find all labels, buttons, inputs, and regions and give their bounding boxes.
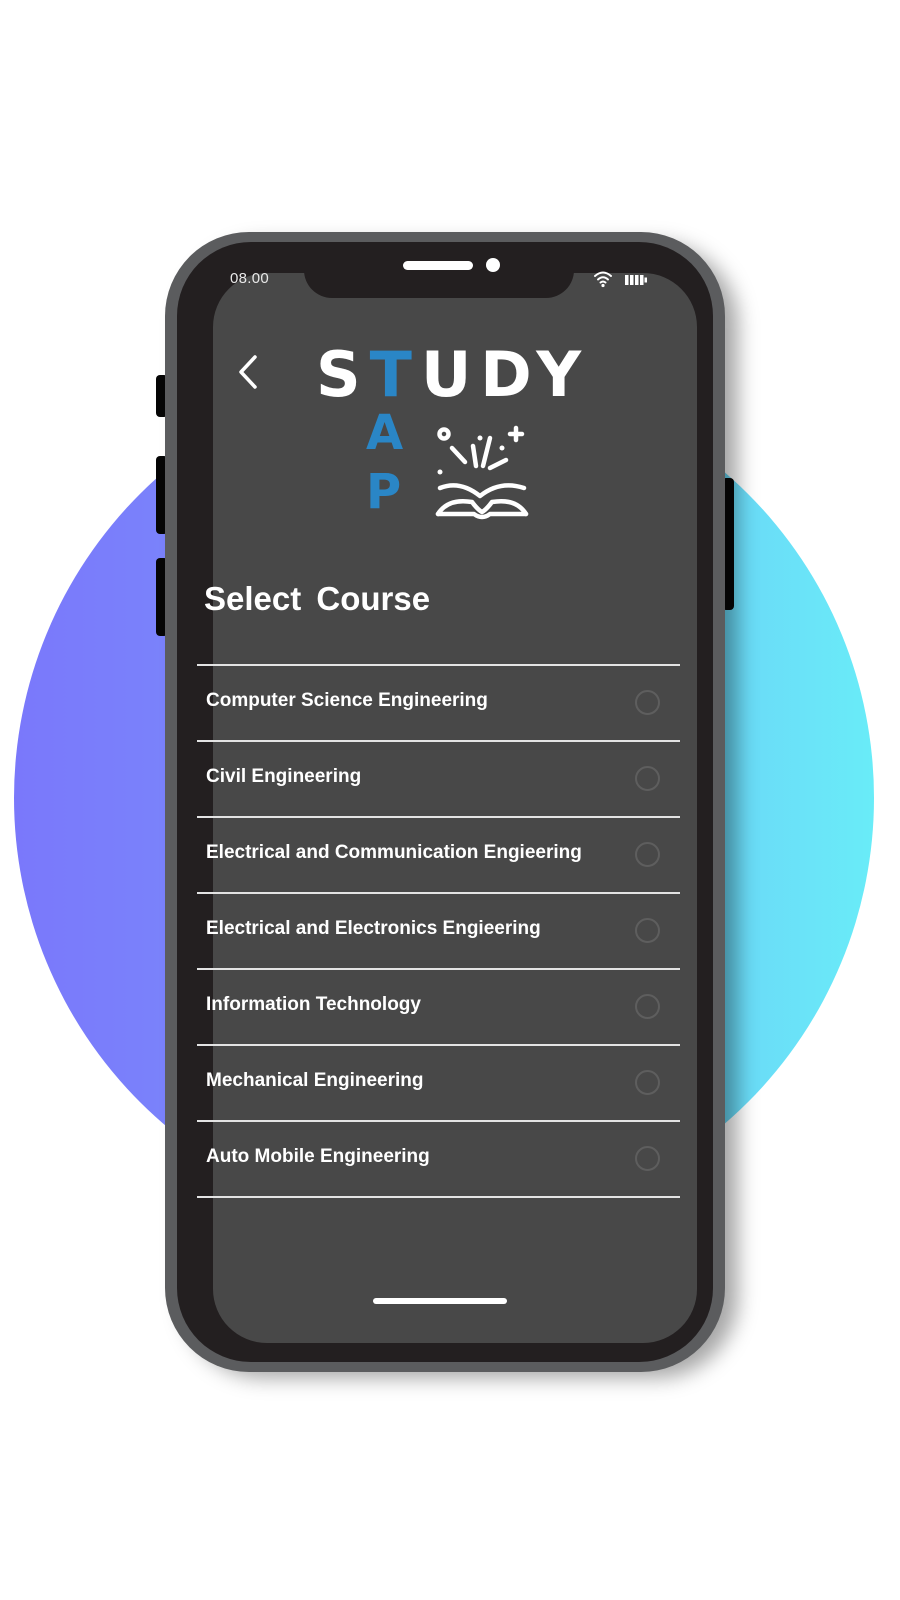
course-radio[interactable] <box>635 766 660 791</box>
course-radio[interactable] <box>635 918 660 943</box>
wifi-icon <box>594 271 612 288</box>
course-label: Computer Science Engineering <box>206 690 488 711</box>
course-item[interactable]: Electrical and Communication Engieering <box>197 816 680 892</box>
course-radio[interactable] <box>635 994 660 1019</box>
course-radio[interactable] <box>635 1070 660 1095</box>
logo-letter-p: P <box>366 464 402 520</box>
home-indicator[interactable] <box>373 1298 507 1304</box>
course-list: Computer Science Engineering Civil Engin… <box>197 664 680 1198</box>
logo-letter-a: A <box>366 405 404 461</box>
course-radio[interactable] <box>635 1146 660 1171</box>
course-item[interactable]: Information Technology <box>197 968 680 1044</box>
open-book-sparkle-icon <box>435 425 529 520</box>
page-title: Select Course <box>204 580 431 617</box>
course-label: Civil Engineering <box>206 766 362 787</box>
phone-notch <box>304 242 574 298</box>
front-camera <box>486 258 500 272</box>
speaker-grille <box>403 261 473 270</box>
status-time: 08.00 <box>230 270 270 287</box>
course-label: Information Technology <box>206 994 421 1015</box>
course-item[interactable]: Computer Science Engineering <box>197 664 680 740</box>
battery-icon <box>625 275 647 285</box>
app-logo-word: STUDY <box>316 338 590 411</box>
course-label: Mechanical Engineering <box>206 1070 424 1091</box>
logo-letter-accent: T <box>369 338 421 411</box>
course-item[interactable]: Mechanical Engineering <box>197 1044 680 1120</box>
logo-letter: S <box>316 338 370 411</box>
course-item[interactable]: Civil Engineering <box>197 740 680 816</box>
course-label: Electrical and Electronics Engieering <box>206 918 541 939</box>
course-label: Auto Mobile Engineering <box>206 1146 430 1167</box>
course-label: Electrical and Communication Engieering <box>206 842 582 863</box>
back-chevron-icon[interactable] <box>233 352 263 392</box>
course-item[interactable]: Auto Mobile Engineering <box>197 1120 680 1198</box>
course-radio[interactable] <box>635 690 660 715</box>
course-radio[interactable] <box>635 842 660 867</box>
logo-letters: UDY <box>420 338 591 411</box>
course-item[interactable]: Electrical and Electronics Engieering <box>197 892 680 968</box>
